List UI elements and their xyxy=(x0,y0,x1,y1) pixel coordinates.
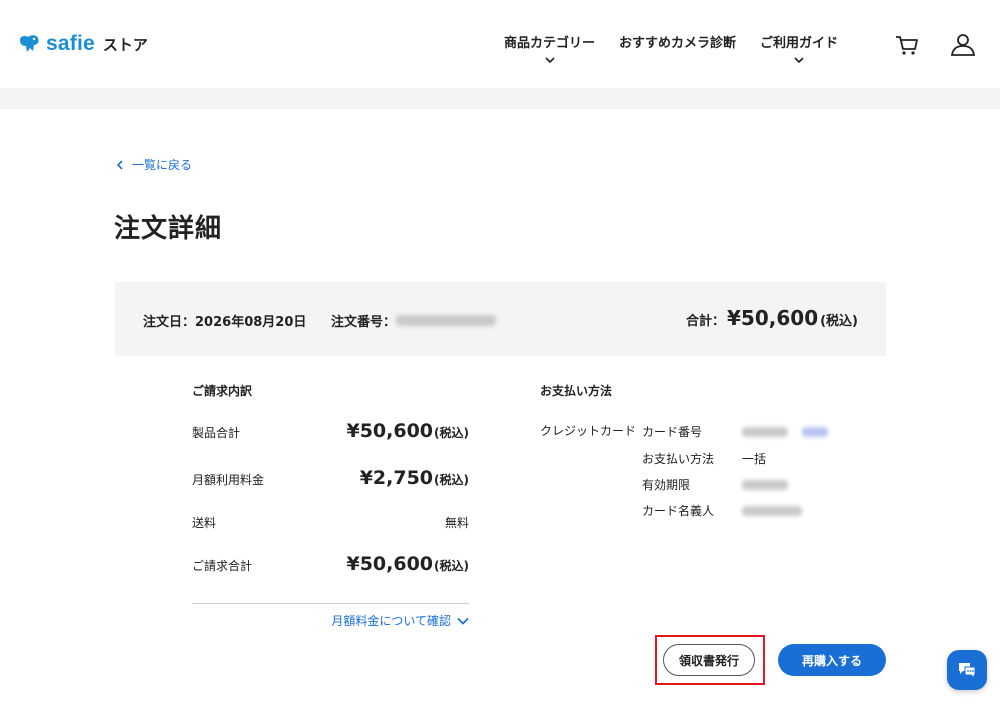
billing-title: ご請求内訳 xyxy=(192,384,253,398)
payment-row-card-number: カード番号 xyxy=(642,423,828,440)
chat-button[interactable] xyxy=(947,650,987,690)
order-total: 合計： ¥50,600 (税込) xyxy=(686,306,858,330)
payment-row-expiry: 有効期限 xyxy=(642,476,788,493)
billing-row-monthly: 月額利用料金 ¥2,750 (税込) xyxy=(192,467,469,489)
billing-value: 無料 xyxy=(445,514,469,531)
billing-row-shipping: 送料 無料 xyxy=(192,514,469,531)
chevron-down-icon xyxy=(794,57,804,63)
chevron-down-icon xyxy=(457,617,469,625)
nav-camera-diagnosis[interactable]: おすすめカメラ診断 xyxy=(619,32,736,51)
billing-amount: ¥50,600 xyxy=(346,553,434,575)
nav-label: ご利用ガイド xyxy=(760,36,839,51)
chat-icon xyxy=(959,663,976,680)
nav-product-category[interactable]: 商品カテゴリー xyxy=(504,32,595,63)
nav-label: 商品カテゴリー xyxy=(504,36,596,51)
billing-tax-note: (税込) xyxy=(434,473,469,487)
payment-key: カード名義人 xyxy=(642,504,715,518)
billing-divider xyxy=(192,603,469,604)
nav-label: おすすめカメラ診断 xyxy=(619,36,737,51)
billing-label: 製品合計 xyxy=(192,426,241,440)
billing-amount: ¥2,750 xyxy=(359,467,434,489)
cart-icon[interactable] xyxy=(894,32,920,58)
payment-value: 一括 xyxy=(742,452,767,466)
billing-plain-value: 無料 xyxy=(444,516,469,530)
repurchase-button[interactable]: 再購入する xyxy=(778,644,886,676)
billing-label: 月額利用料金 xyxy=(192,473,265,487)
store-logo[interactable]: safie ストア xyxy=(18,32,148,56)
payment-key: お支払い方法 xyxy=(642,452,715,466)
back-link-label: 一覧に戻る xyxy=(132,158,193,172)
billing-value: ¥50,600 (税込) xyxy=(346,420,469,442)
billing-row-grand-total: ご請求合計 ¥50,600 (税込) xyxy=(192,553,469,575)
payment-method: クレジットカード xyxy=(540,424,637,438)
billing-tax-note: (税込) xyxy=(434,426,469,440)
total-tax-note: (税込) xyxy=(820,314,858,329)
back-to-list-link[interactable]: 一覧に戻る xyxy=(116,156,192,173)
monthly-fee-link[interactable]: 月額料金について確認 xyxy=(331,612,469,629)
chevron-left-icon xyxy=(116,159,123,170)
logo-suffix: ストア xyxy=(102,35,148,54)
order-number: 注文番号： xyxy=(331,311,497,330)
redacted-expiry xyxy=(742,479,788,490)
page-title: 注文詳細 xyxy=(114,214,223,244)
billing-label: ご請求合計 xyxy=(192,559,253,573)
logo-wordmark: safie xyxy=(46,32,95,55)
safie-logo-icon xyxy=(20,35,39,52)
payment-title: お支払い方法 xyxy=(540,384,613,398)
redacted-card-holder xyxy=(742,505,802,516)
order-date-label: 注文日： xyxy=(143,315,196,330)
billing-value: ¥2,750 (税込) xyxy=(360,467,469,489)
billing-amount: ¥50,600 xyxy=(346,420,434,442)
billing-row-products: 製品合計 ¥50,600 (税込) xyxy=(192,420,469,442)
header-band xyxy=(0,88,1000,109)
total-label: 合計： xyxy=(686,314,726,329)
order-summary-bar: 注文日：2026年08月20日 注文番号： 合計： ¥50,600 (税込) xyxy=(115,282,886,356)
payment-row-method: お支払い方法 一括 xyxy=(642,450,766,467)
order-number-label: 注文番号： xyxy=(331,315,397,330)
issue-receipt-button[interactable]: 領収書発行 xyxy=(663,644,755,676)
billing-value: ¥50,600 (税込) xyxy=(346,553,469,575)
nav-usage-guide[interactable]: ご利用ガイド xyxy=(760,32,838,63)
payment-key: カード番号 xyxy=(642,425,703,439)
redacted-order-number xyxy=(396,315,497,326)
user-icon[interactable] xyxy=(950,32,976,58)
redacted-card-brand xyxy=(802,426,828,437)
monthly-fee-link-label: 月額料金について確認 xyxy=(331,614,451,628)
total-amount: ¥50,600 xyxy=(727,306,819,330)
site-header: safie ストア 商品カテゴリー おすすめカメラ診断 ご利用ガイド xyxy=(0,0,1000,88)
order-date: 注文日：2026年08月20日 xyxy=(143,311,306,330)
billing-label: 送料 xyxy=(192,516,217,530)
order-date-value: 2026年08月20日 xyxy=(195,315,307,330)
redacted-card-number xyxy=(742,426,788,437)
payment-row-card-holder: カード名義人 xyxy=(642,502,802,519)
chevron-down-icon xyxy=(544,57,555,63)
billing-tax-note: (税込) xyxy=(434,559,469,573)
payment-key: 有効期限 xyxy=(642,478,691,492)
